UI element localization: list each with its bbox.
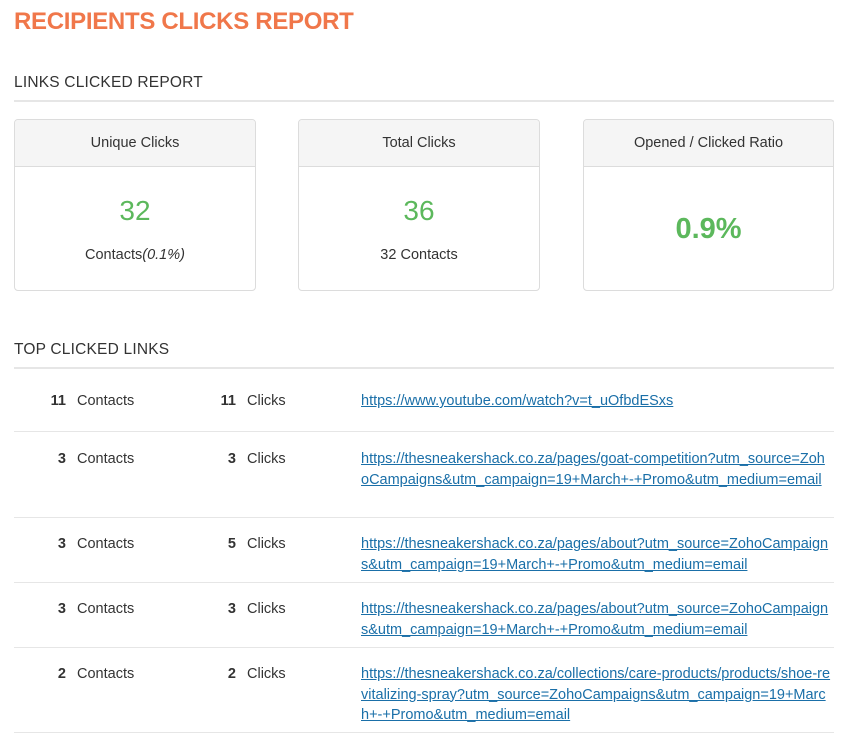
link-url[interactable]: https://thesneakershack.co.za/collection…	[361, 664, 831, 726]
clicks-count: 5	[227, 536, 236, 552]
contacts-label: Contacts	[77, 451, 135, 467]
table-row: 2 Contacts 2 Clicks https://thesneakersh…	[14, 648, 834, 733]
clicks-label: Clicks	[247, 601, 286, 617]
contacts-label: Contacts	[77, 666, 135, 682]
link-url[interactable]: https://thesneakershack.co.za/pages/abou…	[361, 534, 831, 575]
clicks-label: Clicks	[247, 536, 286, 552]
contacts-label: Contacts	[77, 536, 135, 552]
contacts-label: Contacts	[85, 247, 143, 263]
link-url[interactable]: https://thesneakershack.co.za/pages/goat…	[361, 449, 831, 490]
opened-clicked-ratio-card: Opened / Clicked Ratio 0.9%	[583, 119, 834, 291]
clicks-label: Clicks	[247, 451, 286, 467]
table-row: 3 Contacts 3 Clicks https://thesneakersh…	[14, 583, 834, 648]
clicks-count: 3	[227, 601, 236, 617]
link-url[interactable]: https://www.youtube.com/watch?v=t_uOfbdE…	[361, 391, 831, 412]
total-clicks-card: Total Clicks 36 32 Contacts	[298, 119, 540, 291]
contacts-count: 3	[57, 601, 66, 617]
clicks-count: 3	[227, 451, 236, 467]
clicks-label: Clicks	[247, 666, 286, 682]
contacts-count: 32	[380, 247, 397, 263]
table-row: 11 Contacts 11 Clicks https://www.youtub…	[14, 369, 834, 432]
link-url[interactable]: https://thesneakershack.co.za/pages/abou…	[361, 599, 831, 640]
clicks-count: 2	[227, 666, 236, 682]
contacts-count: 3	[57, 536, 66, 552]
total-clicks-sub: 32 Contacts	[299, 247, 539, 263]
unique-clicks-card: Unique Clicks 32 Contacts(0.1%)	[14, 119, 256, 291]
unique-clicks-sub: Contacts(0.1%)	[15, 247, 255, 263]
contacts-label: Contacts	[400, 247, 458, 263]
clicks-count: 11	[220, 393, 236, 409]
top-clicked-links-title: TOP CLICKED LINKS	[14, 341, 170, 358]
card-header: Total Clicks	[299, 120, 539, 167]
percentage-label: (0.1%)	[142, 247, 185, 263]
table-row: 3 Contacts 3 Clicks https://thesneakersh…	[14, 432, 834, 518]
links-clicked-section-title: LINKS CLICKED REPORT	[14, 74, 203, 91]
contacts-label: Contacts	[77, 393, 135, 409]
contacts-count: 11	[50, 393, 66, 409]
contacts-count: 3	[57, 451, 66, 467]
unique-clicks-value: 32	[119, 195, 151, 226]
total-clicks-value: 36	[403, 195, 435, 226]
page-title: RECIPIENTS CLICKS REPORT	[14, 8, 354, 35]
card-header: Opened / Clicked Ratio	[584, 120, 833, 167]
card-header: Unique Clicks	[15, 120, 255, 167]
contacts-label: Contacts	[77, 601, 135, 617]
section-divider	[14, 100, 834, 102]
table-row: 3 Contacts 5 Clicks https://thesneakersh…	[14, 518, 834, 583]
ratio-value: 0.9%	[675, 213, 742, 245]
contacts-count: 2	[57, 666, 66, 682]
clicks-label: Clicks	[247, 393, 286, 409]
